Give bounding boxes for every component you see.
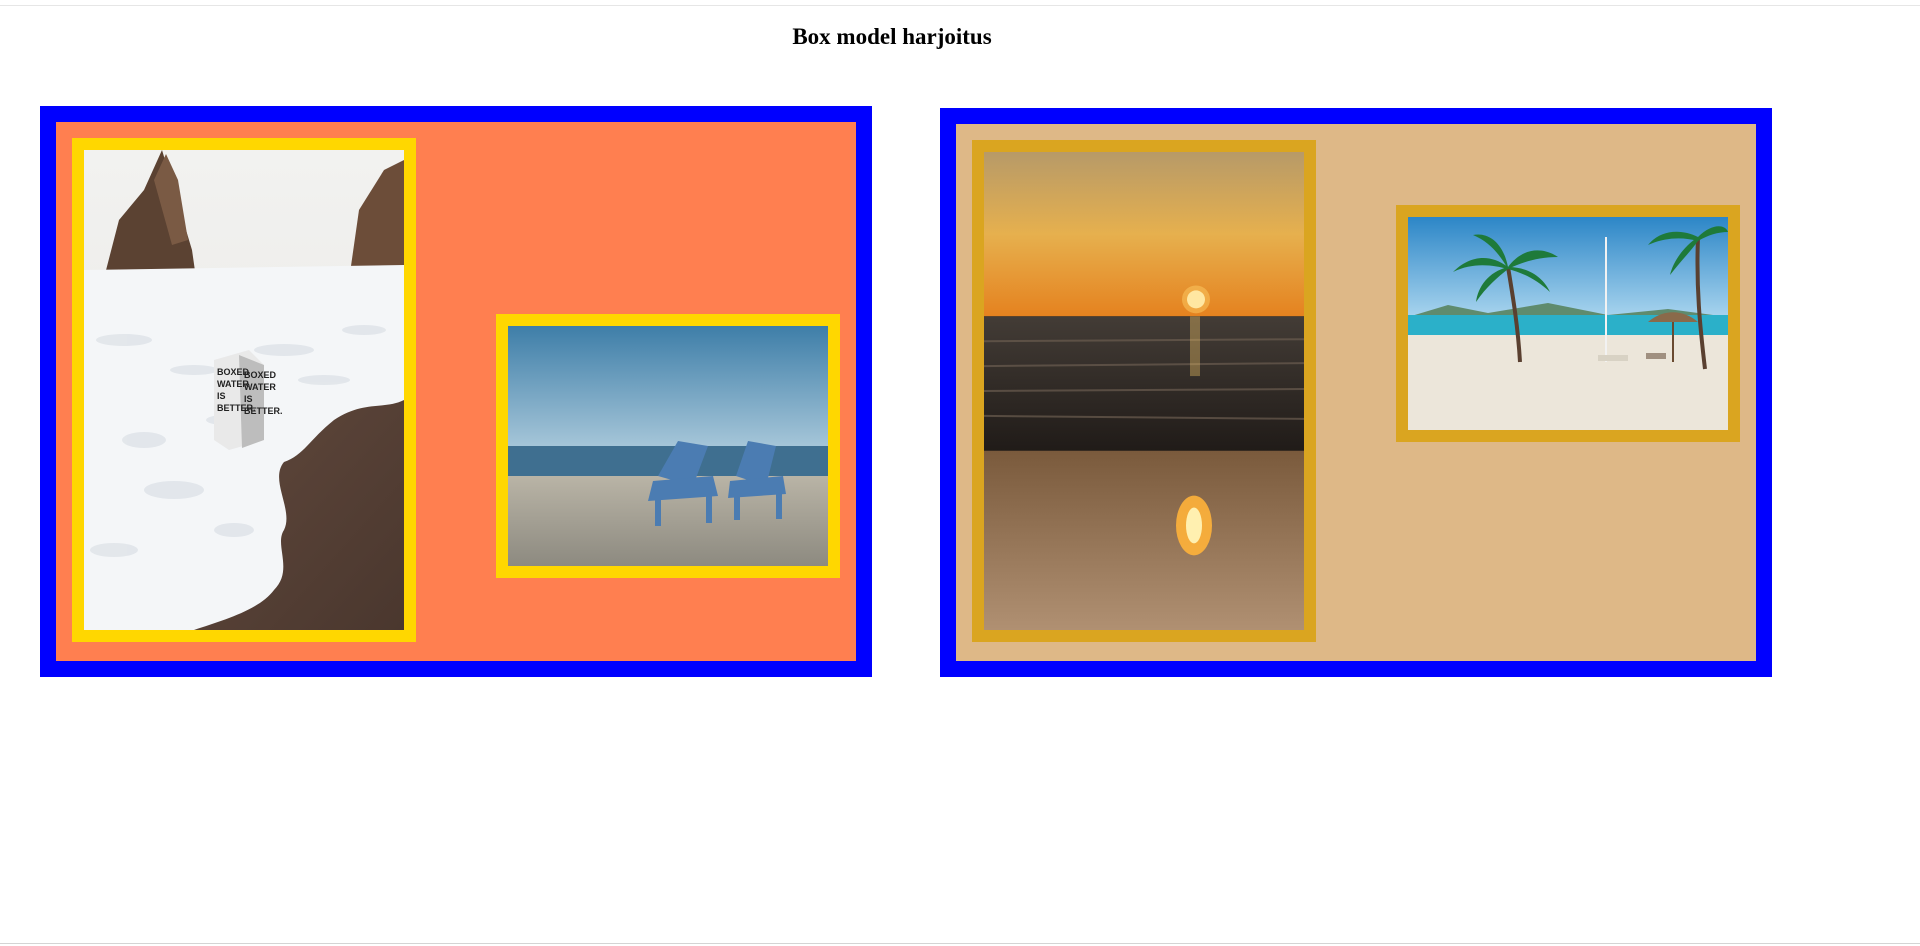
svg-text:WATER: WATER xyxy=(244,382,276,392)
box-1-photo-beach-chairs xyxy=(496,314,840,578)
beach-chairs-image xyxy=(508,326,828,566)
svg-text:IS: IS xyxy=(244,394,253,404)
browser-bottom-divider xyxy=(0,943,1920,944)
svg-text:IS: IS xyxy=(217,391,226,401)
foam-beach-image: BOXEDWATER ISBETTER. BOXEDWATER ISBETTER… xyxy=(84,150,404,630)
browser-top-divider xyxy=(0,5,1920,6)
svg-text:BETTER.: BETTER. xyxy=(244,406,283,416)
box-2-photo-palm-beach xyxy=(1396,205,1740,442)
page-title: Box model harjoitus xyxy=(792,24,992,49)
svg-text:BOXED: BOXED xyxy=(244,370,277,380)
sunset-image xyxy=(984,152,1304,630)
palm-beach-image xyxy=(1408,217,1728,430)
box-2-photo-sunset xyxy=(972,140,1316,642)
box-1-photo-foam-beach: BOXED WATER IS BETTER. BOXED WATER IS BETTER… xyxy=(72,138,416,642)
